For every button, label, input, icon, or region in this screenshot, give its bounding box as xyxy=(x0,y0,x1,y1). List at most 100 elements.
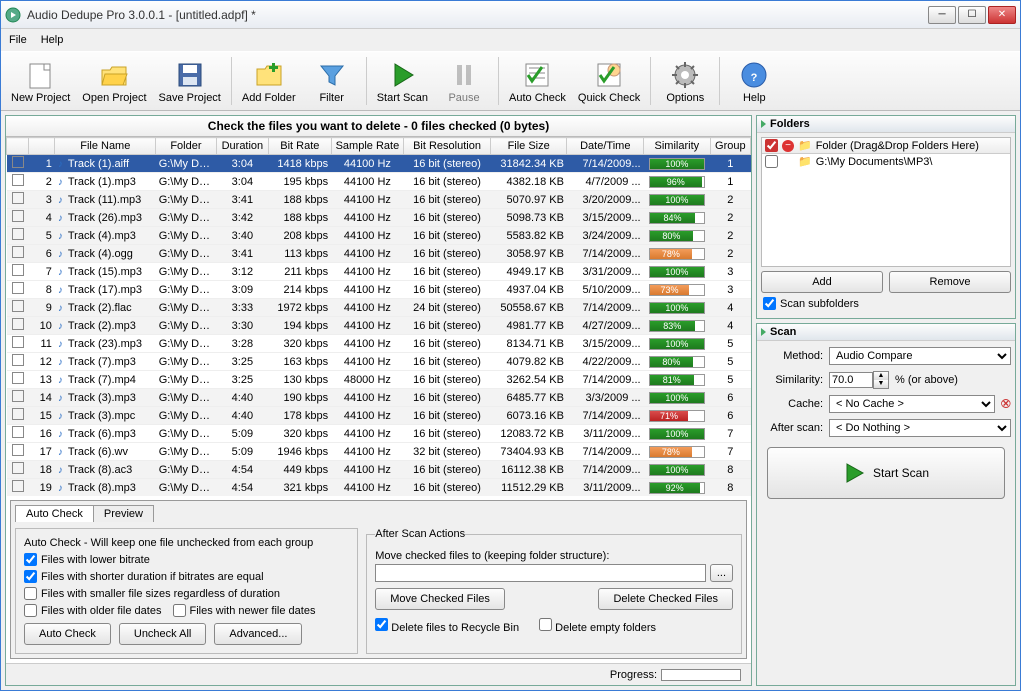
table-row[interactable]: 19 ♪Track (8).mp3 G:\My Do...4:54321 kbp… xyxy=(7,479,751,497)
col-similarity[interactable]: Similarity xyxy=(644,138,711,155)
col-bitrate[interactable]: Bit Rate xyxy=(269,138,332,155)
quick-check-button[interactable]: Quick Check xyxy=(572,57,646,106)
row-checkbox[interactable] xyxy=(12,390,24,402)
table-row[interactable]: 4 ♪Track (26).mp3 G:\My Do...3:42188 kbp… xyxy=(7,209,751,227)
table-row[interactable]: 10 ♪Track (2).mp3 G:\My Do...3:30194 kbp… xyxy=(7,317,751,335)
add-folder-button[interactable]: Add Folder xyxy=(236,57,302,106)
chk-scan-subfolders[interactable] xyxy=(763,297,776,310)
folder-row[interactable]: 📁 G:\My Documents\MP3\ xyxy=(762,154,1010,169)
table-row[interactable]: 12 ♪Track (7).mp3 G:\My Do...3:25163 kbp… xyxy=(7,353,751,371)
cache-delete-icon[interactable]: ⮿ xyxy=(1001,396,1011,412)
menu-file[interactable]: File xyxy=(9,34,27,46)
svg-text:?: ? xyxy=(751,72,758,84)
row-checkbox[interactable] xyxy=(12,246,24,258)
table-row[interactable]: 6 ♪Track (4).ogg G:\My Do...3:41113 kbps… xyxy=(7,245,751,263)
col-check[interactable] xyxy=(7,138,29,155)
after-scan-select[interactable]: < Do Nothing > xyxy=(829,419,1011,437)
col-group[interactable]: Group xyxy=(710,138,750,155)
tab-auto-check[interactable]: Auto Check xyxy=(15,505,94,522)
col-duration[interactable]: Duration xyxy=(216,138,268,155)
similarity-stepper[interactable]: ▲▼ xyxy=(873,371,889,389)
table-row[interactable]: 18 ♪Track (8).ac3 G:\My Do...4:54449 kbp… xyxy=(7,461,751,479)
auto-check-button[interactable]: Auto Check xyxy=(503,57,572,106)
maximize-button[interactable]: ☐ xyxy=(958,6,986,24)
row-checkbox[interactable] xyxy=(12,300,24,312)
table-row[interactable]: 3 ♪Track (11).mp3 G:\My Do...3:41188 kbp… xyxy=(7,191,751,209)
folder-remove-button[interactable]: Remove xyxy=(889,271,1011,293)
chk-smaller-size[interactable] xyxy=(24,587,37,600)
row-checkbox[interactable] xyxy=(12,282,24,294)
table-row[interactable]: 13 ♪Track (7).mp4 G:\My Do...3:25130 kbp… xyxy=(7,371,751,389)
delete-checked-button[interactable]: Delete Checked Files xyxy=(598,588,733,610)
col-samplerate[interactable]: Sample Rate xyxy=(331,138,404,155)
table-row[interactable]: 16 ♪Track (6).mp3 G:\My Do...5:09320 kbp… xyxy=(7,425,751,443)
chk-delete-empty[interactable] xyxy=(539,618,552,631)
row-checkbox[interactable] xyxy=(12,480,24,492)
chk-recycle[interactable] xyxy=(375,618,388,631)
row-checkbox[interactable] xyxy=(12,264,24,276)
close-button[interactable]: ✕ xyxy=(988,6,1016,24)
help-button[interactable]: ?Help xyxy=(724,57,784,106)
options-button[interactable]: Options xyxy=(655,57,715,106)
chk-shorter-duration[interactable] xyxy=(24,570,37,583)
pause-button[interactable]: Pause xyxy=(434,57,494,106)
scan-method-select[interactable]: Audio Compare xyxy=(829,347,1011,365)
results-table: File Name Folder Duration Bit Rate Sampl… xyxy=(6,137,751,496)
row-checkbox[interactable] xyxy=(12,336,24,348)
music-icon: ♪ xyxy=(58,375,68,386)
table-row[interactable]: 5 ♪Track (4).mp3 G:\My Do...3:40208 kbps… xyxy=(7,227,751,245)
tab-preview[interactable]: Preview xyxy=(93,505,154,522)
table-row[interactable]: 8 ♪Track (17).mp3 G:\My Do...3:09214 kbp… xyxy=(7,281,751,299)
row-checkbox[interactable] xyxy=(12,354,24,366)
table-row[interactable]: 14 ♪Track (3).mp3 G:\My Do...4:40190 kbp… xyxy=(7,389,751,407)
save-project-button[interactable]: Save Project xyxy=(153,57,227,106)
col-datetime[interactable]: Date/Time xyxy=(567,138,644,155)
move-checked-button[interactable]: Move Checked Files xyxy=(375,588,505,610)
table-row[interactable]: 1 ♪Track (1).aiff G:\My Do...3:041418 kb… xyxy=(7,155,751,173)
table-row[interactable]: 7 ♪Track (15).mp3 G:\My Do...3:12211 kbp… xyxy=(7,263,751,281)
uncheck-all-button[interactable]: Uncheck All xyxy=(119,623,206,645)
filter-button[interactable]: Filter xyxy=(302,57,362,106)
col-folder[interactable]: Folder xyxy=(156,138,216,155)
col-resolution[interactable]: Bit Resolution xyxy=(404,138,491,155)
row-checkbox[interactable] xyxy=(12,444,24,456)
move-target-input[interactable] xyxy=(375,564,706,582)
row-checkbox[interactable] xyxy=(12,228,24,240)
open-project-button[interactable]: Open Project xyxy=(76,57,152,106)
table-row[interactable]: 17 ♪Track (6).wv G:\My Do...5:091946 kbp… xyxy=(7,443,751,461)
row-checkbox[interactable] xyxy=(12,462,24,474)
folder-add-button[interactable]: Add xyxy=(761,271,883,293)
table-row[interactable]: 9 ♪Track (2).flac G:\My Do...3:331972 kb… xyxy=(7,299,751,317)
table-row[interactable]: 11 ♪Track (23).mp3 G:\My Do...3:28320 kb… xyxy=(7,335,751,353)
col-filesize[interactable]: File Size xyxy=(490,138,567,155)
start-scan-big-button[interactable]: Start Scan xyxy=(767,447,1005,499)
music-icon: ♪ xyxy=(58,249,68,260)
chk-newer-dates[interactable] xyxy=(173,604,186,617)
folder-hdr-check[interactable] xyxy=(765,139,778,152)
similarity-input[interactable] xyxy=(829,372,873,388)
auto-check-run-button[interactable]: Auto Check xyxy=(24,623,111,645)
advanced-button[interactable]: Advanced... xyxy=(214,623,302,645)
table-row[interactable]: 2 ♪Track (1).mp3 G:\My Do...3:04195 kbps… xyxy=(7,173,751,191)
menu-help[interactable]: Help xyxy=(41,34,64,46)
start-scan-button[interactable]: Start Scan xyxy=(371,57,434,106)
table-row[interactable]: 15 ♪Track (3).mpc G:\My Do...4:40178 kbp… xyxy=(7,407,751,425)
row-checkbox[interactable] xyxy=(12,174,24,186)
col-filename[interactable]: File Name xyxy=(55,138,156,155)
row-checkbox[interactable] xyxy=(12,210,24,222)
progress-bar xyxy=(661,669,741,681)
chk-older-dates[interactable] xyxy=(24,604,37,617)
row-checkbox[interactable] xyxy=(12,426,24,438)
row-checkbox[interactable] xyxy=(12,318,24,330)
minimize-button[interactable]: ─ xyxy=(928,6,956,24)
folder-icon: 📁 xyxy=(798,139,812,152)
new-project-button[interactable]: New Project xyxy=(5,57,76,106)
row-checkbox[interactable] xyxy=(12,372,24,384)
row-checkbox[interactable] xyxy=(12,156,24,168)
row-checkbox[interactable] xyxy=(12,408,24,420)
chk-lower-bitrate[interactable] xyxy=(24,553,37,566)
folder-item-check[interactable] xyxy=(765,155,778,168)
browse-button[interactable]: ... xyxy=(710,564,733,582)
cache-select[interactable]: < No Cache > xyxy=(829,395,995,413)
row-checkbox[interactable] xyxy=(12,192,24,204)
